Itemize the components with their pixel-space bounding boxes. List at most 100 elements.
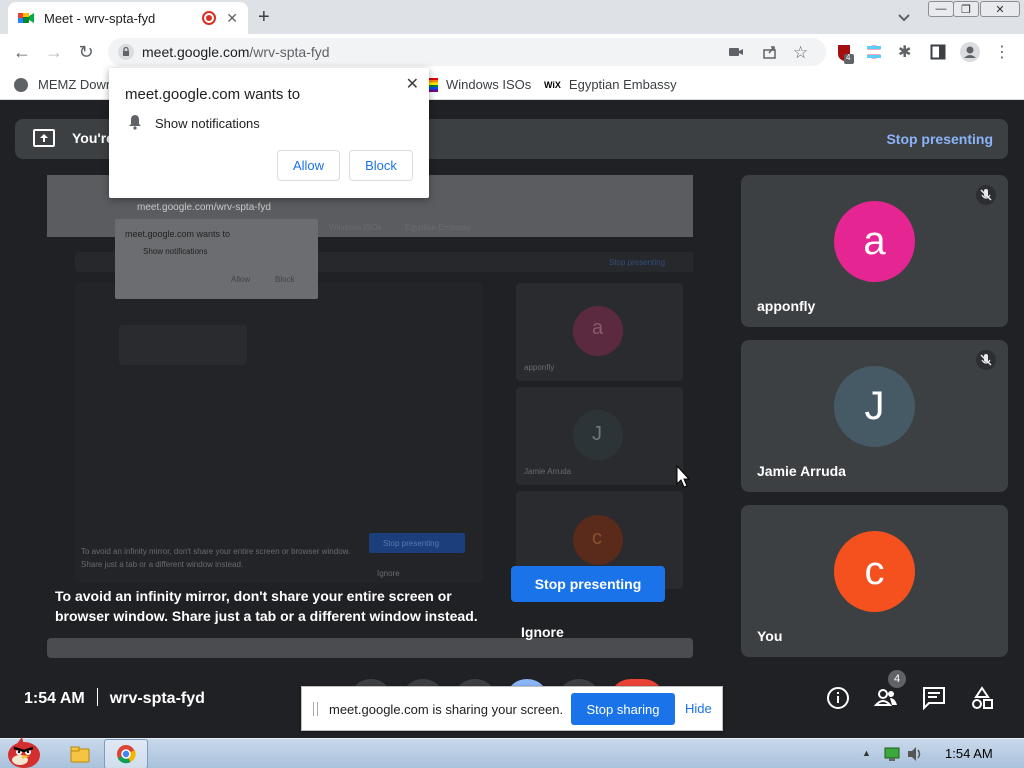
mirror-ignore: Ignore — [377, 569, 400, 578]
mirror-stop-presenting-link: Stop presenting — [609, 258, 666, 267]
bookmark-memz[interactable]: MEMZ Down — [14, 77, 113, 92]
mirror-popup-heading: meet.google.com wants to — [125, 229, 231, 239]
minimize-window-button[interactable]: — — [928, 1, 954, 17]
stop-sharing-button[interactable]: Stop sharing — [571, 693, 675, 725]
browser-tab-meet[interactable]: Meet - wrv-spta-fyd ✕ — [8, 2, 248, 34]
screen-root: { "browser": { "tab_title": "Meet - wrv-… — [0, 0, 1024, 768]
mouse-cursor-icon — [676, 464, 691, 489]
tab-title: Meet - wrv-spta-fyd — [44, 10, 156, 26]
share-icon[interactable] — [762, 44, 778, 60]
tab-strip: Meet - wrv-spta-fyd ✕ + — ❐ ✕ — [0, 0, 1024, 34]
popup-heading: meet.google.com wants to — [125, 86, 301, 103]
show-hidden-icons-icon[interactable]: ▲ — [862, 748, 871, 758]
extension-badge: 4 — [846, 53, 851, 62]
close-icon[interactable]: ✕ — [406, 74, 419, 94]
new-tab-icon[interactable]: + — [258, 6, 270, 29]
meeting-info-icon[interactable] — [825, 685, 851, 711]
lock-icon[interactable] — [118, 44, 134, 60]
drag-handle-icon[interactable] — [313, 702, 318, 716]
extension-flag-icon[interactable] — [866, 44, 882, 60]
mirror-name-jamie: Jamie Arruda — [524, 467, 572, 476]
camera-in-use-icon[interactable] — [728, 44, 744, 60]
participant-tile-jamie-arruda[interactable]: J Jamie Arruda — [741, 340, 1008, 492]
avatar-apponfly: a — [834, 201, 915, 282]
mic-off-icon — [976, 185, 996, 205]
mirror-popup-perm: Show notifications — [143, 247, 208, 256]
wix-logo-icon: WiX — [544, 79, 561, 90]
notification-permission-popup: meet.google.com wants to ✕ Show notifica… — [109, 68, 429, 198]
mirror-initial-c: c — [592, 527, 602, 549]
avatar-jamie-arruda: J — [834, 366, 915, 447]
mirror-warning: To avoid an infinity mirror, don't share… — [81, 547, 351, 569]
screen-sharing-bar: meet.google.com is sharing your screen. … — [301, 686, 723, 731]
close-tab-icon[interactable]: ✕ — [226, 10, 238, 27]
back-arrow-icon[interactable]: ← — [10, 40, 34, 64]
taskbar-clock[interactable]: 1:54 AM — [945, 746, 993, 761]
mirror-initial-a: a — [592, 317, 604, 339]
chrome-taskbar-icon[interactable] — [104, 739, 148, 768]
meeting-details: 1:54 AM wrv-spta-fyd — [24, 688, 205, 708]
explorer-taskbar-icon[interactable] — [70, 745, 90, 763]
browser-toolbar: ← → ↻ meet.google.com/wrv-spta-fyd ☆ 4 ✱… — [0, 34, 1024, 70]
chat-icon[interactable] — [921, 685, 947, 711]
participant-name: You — [757, 628, 783, 644]
permission-label: Show notifications — [155, 116, 260, 131]
side-panel-icon[interactable] — [930, 44, 946, 60]
presenting-banner-text: You're — [72, 130, 114, 146]
banner-stop-presenting-link[interactable]: Stop presenting — [886, 131, 993, 147]
bookmark-egyptian-embassy[interactable]: WiX Egyptian Embassy — [544, 77, 677, 92]
url-text: meet.google.com/wrv-spta-fyd — [142, 44, 330, 60]
bookmark-windows-isos[interactable]: Windows ISOs — [428, 77, 531, 92]
mirror-name-apponfly: apponfly — [524, 363, 555, 372]
forward-arrow-icon[interactable]: → — [42, 40, 66, 64]
meeting-code: wrv-spta-fyd — [109, 690, 205, 707]
mirror-url: meet.google.com/wrv-spta-fyd — [137, 202, 271, 213]
avatar-you: c — [834, 531, 915, 612]
people-count-badge: 4 — [888, 670, 906, 688]
hide-sharing-bar-link[interactable]: Hide — [685, 701, 712, 716]
divider — [96, 688, 98, 706]
globe-icon — [14, 77, 28, 92]
network-icon[interactable] — [884, 747, 900, 761]
mirror-inner-chrome — [119, 325, 247, 365]
profile-avatar-icon[interactable] — [960, 42, 980, 62]
rainbow-flag-icon — [428, 77, 438, 92]
block-button[interactable]: Block — [349, 150, 413, 181]
mirror-popup-allow: Allow — [231, 275, 251, 284]
mirror-notification-popup: meet.google.com wants to Show notificati… — [115, 219, 318, 299]
bell-icon — [127, 114, 143, 130]
menu-kebab-icon[interactable]: ⋮ — [994, 42, 1010, 61]
activities-icon[interactable] — [969, 685, 995, 711]
allow-button[interactable]: Allow — [277, 150, 340, 181]
volume-icon[interactable] — [906, 746, 924, 762]
start-button-angry-bird-icon[interactable] — [2, 733, 46, 768]
people-icon[interactable] — [873, 685, 899, 711]
present-screen-icon — [33, 129, 55, 147]
reload-icon[interactable]: ↻ — [74, 40, 98, 64]
mirror-bookmark-windows: Windows ISOs — [329, 223, 382, 232]
tab-search-chevron-icon[interactable] — [896, 9, 912, 25]
windows-taskbar: ▲ 1:54 AM — [0, 737, 1024, 768]
infinity-mirror-warning: To avoid an infinity mirror, don't share… — [55, 588, 478, 624]
bookmark-star-icon[interactable]: ☆ — [793, 43, 809, 62]
google-meet-icon — [18, 11, 34, 25]
mirror-popup-block: Block — [275, 275, 295, 284]
recording-indicator-icon — [202, 11, 217, 25]
sharing-message: meet.google.com is sharing your screen. — [329, 702, 564, 717]
extension-shield-icon[interactable]: 4 — [836, 44, 854, 64]
participant-tile-apponfly[interactable]: a apponfly — [741, 175, 1008, 327]
close-window-button[interactable]: ✕ — [980, 1, 1020, 17]
address-bar[interactable]: meet.google.com/wrv-spta-fyd ☆ — [108, 38, 826, 66]
mirror-initial-j: J — [592, 423, 602, 445]
stop-presenting-button[interactable]: Stop presenting — [511, 566, 665, 602]
ignore-button[interactable]: Ignore — [521, 624, 564, 640]
mirror-stop-presenting-label: Stop presenting — [383, 539, 440, 548]
participant-name: Jamie Arruda — [757, 463, 846, 479]
mirror-bookmark-embassy: Egyptian Embassy — [405, 223, 472, 232]
participant-tile-you[interactable]: c You — [741, 505, 1008, 657]
extensions-puzzle-icon[interactable]: ✱ — [898, 42, 914, 61]
mic-off-icon — [976, 350, 996, 370]
participant-name: apponfly — [757, 298, 816, 314]
meeting-time: 1:54 AM — [24, 690, 85, 707]
restore-window-button[interactable]: ❐ — [953, 1, 979, 17]
